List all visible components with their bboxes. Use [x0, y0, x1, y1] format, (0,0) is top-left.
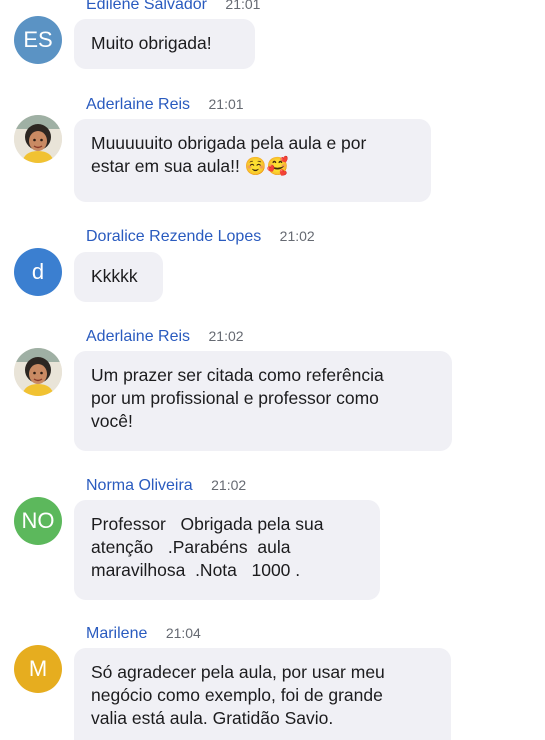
- child-photo-avatar-icon: [14, 115, 62, 163]
- message-time: 21:04: [165, 625, 201, 641]
- message-header: Edilene Salvador 21:01: [86, 0, 260, 16]
- sender-name[interactable]: Doralice Rezende Lopes: [86, 228, 261, 245]
- message-bubble[interactable]: Professor Obrigada pela sua atenção .Par…: [74, 500, 380, 600]
- message-header: Norma Oliveira 21:02: [86, 477, 246, 497]
- avatar[interactable]: [14, 115, 62, 163]
- message-time: 21:01: [225, 0, 261, 12]
- message-bubble[interactable]: Muito obrigada!: [74, 19, 255, 69]
- message-header: Doralice Rezende Lopes 21:02: [86, 228, 315, 248]
- sender-name[interactable]: Aderlaine Reis: [86, 328, 190, 345]
- child-photo-avatar-icon: [14, 348, 62, 396]
- message-header: Aderlaine Reis 21:01: [86, 96, 244, 116]
- message-bubble[interactable]: Muuuuuito obrigada pela aula e por estar…: [74, 119, 431, 202]
- avatar-initials: ES: [23, 27, 53, 52]
- sender-name[interactable]: Norma Oliveira: [86, 477, 193, 494]
- avatar[interactable]: ES: [14, 16, 62, 64]
- avatar[interactable]: M: [14, 645, 62, 693]
- message-time: 21:02: [211, 477, 247, 493]
- avatar-initials: d: [31, 259, 45, 284]
- avatar-initials: NO: [21, 508, 55, 533]
- message-time: 21:01: [208, 96, 244, 112]
- sender-name[interactable]: Marilene: [86, 625, 147, 642]
- sender-name[interactable]: Aderlaine Reis: [86, 96, 190, 113]
- message-bubble[interactable]: Kkkkk: [74, 252, 163, 302]
- avatar[interactable]: [14, 348, 62, 396]
- message-bubble[interactable]: Um prazer ser citada como referência por…: [74, 351, 452, 451]
- message-header: Aderlaine Reis 21:02: [86, 328, 244, 348]
- avatar[interactable]: NO: [14, 497, 62, 545]
- chat-messages-list[interactable]: Edilene Salvador 21:01 ES Muito obrigada…: [0, 0, 545, 740]
- message-time: 21:02: [208, 328, 244, 344]
- message-header: Marilene 21:04: [86, 625, 201, 645]
- avatar-initials: M: [28, 656, 48, 681]
- avatar[interactable]: d: [14, 248, 62, 296]
- message-bubble[interactable]: Só agradecer pela aula, por usar meu neg…: [74, 648, 451, 740]
- sender-name[interactable]: Edilene Salvador: [86, 0, 207, 13]
- message-time: 21:02: [279, 228, 315, 244]
